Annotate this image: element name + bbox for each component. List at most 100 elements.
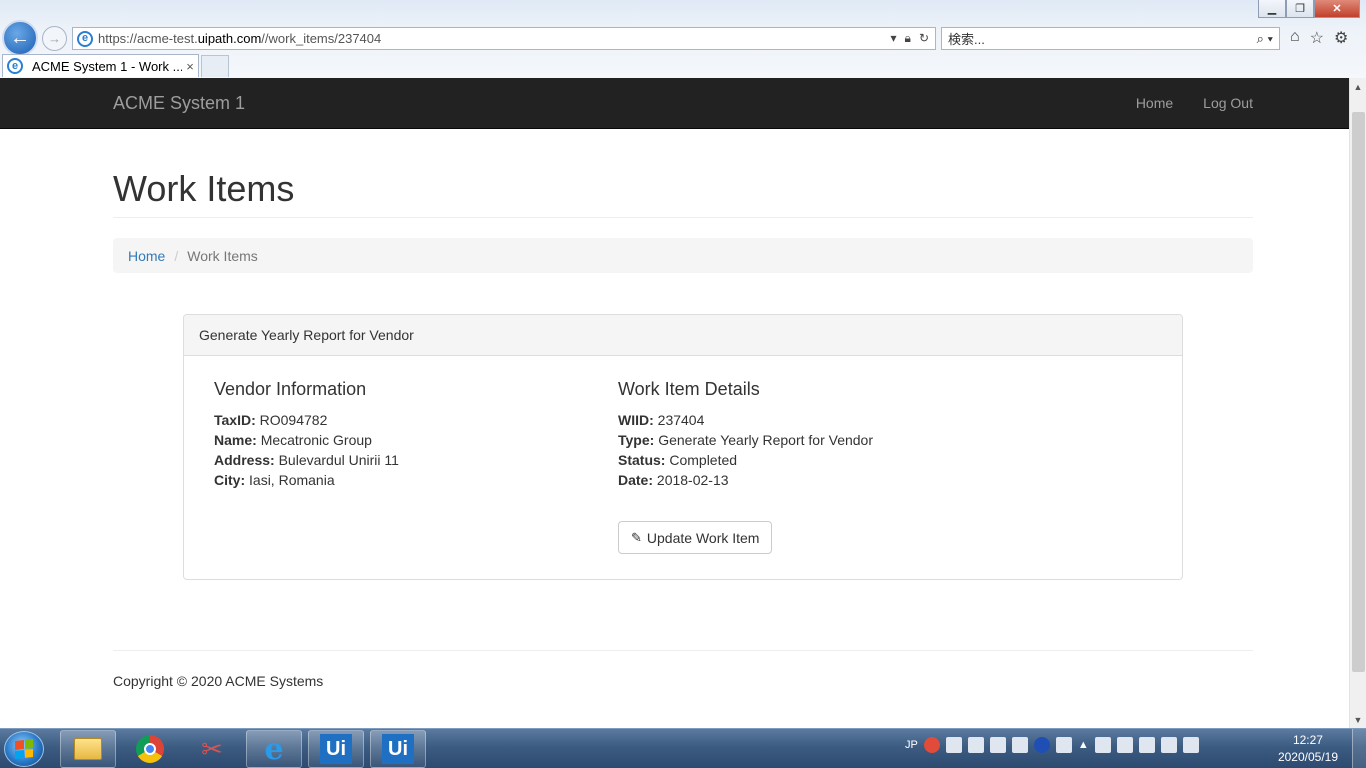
work-item-details-title: Work Item Details — [618, 379, 760, 399]
breadcrumb-current: Work Items — [187, 247, 258, 264]
minimize-button[interactable]: ▁ — [1258, 0, 1286, 18]
help-icon[interactable] — [1033, 737, 1050, 753]
browser-chrome: ▁ ❐ ✕ ← → e https://acme-test.uipath.com… — [0, 0, 1366, 78]
vendor-name-row: Name: Mecatronic Group — [214, 430, 399, 450]
tab-title: ACME System 1 - Work ... — [32, 58, 182, 74]
nav-link-home[interactable]: Home — [1136, 95, 1173, 111]
scroll-up-icon[interactable]: ▲ — [1350, 78, 1366, 95]
field-label: Status: — [618, 452, 666, 468]
taskbar-chrome[interactable] — [122, 730, 178, 768]
scrollbar-thumb[interactable] — [1352, 112, 1365, 672]
vendor-information-section: Vendor Information TaxID: RO094782 Name:… — [214, 379, 399, 490]
pencil-icon: ✎ — [631, 529, 642, 545]
status-row: Status: Completed — [618, 450, 873, 470]
ime-dictionary-icon[interactable] — [967, 737, 984, 753]
browser-search-box[interactable]: 検索... ⌕ ▾ — [941, 27, 1280, 50]
url-domain: uipath.com — [197, 31, 262, 46]
field-value: Generate Yearly Report for Vendor — [658, 432, 874, 448]
search-placeholder: 検索... — [948, 32, 985, 47]
taskbar-internet-explorer[interactable]: e — [246, 730, 302, 768]
breadcrumb: Home / Work Items — [113, 238, 1253, 273]
refresh-icon[interactable]: ↻ — [919, 31, 929, 46]
field-value: 2018-02-13 — [656, 472, 729, 488]
navbar-brand[interactable]: ACME System 1 — [113, 93, 245, 114]
taskbar-uipath-studio[interactable]: Ui — [308, 730, 364, 768]
field-label: Type: — [618, 432, 655, 448]
taskbar-snipping-tool[interactable]: ✂ — [184, 730, 240, 768]
address-bar[interactable]: e https://acme-test.uipath.com//work_ite… — [72, 27, 936, 50]
close-window-button[interactable]: ✕ — [1314, 0, 1360, 18]
field-value: RO094782 — [259, 412, 328, 428]
field-value: Bulevardul Unirii 11 — [278, 452, 399, 468]
update-work-item-label: Update Work Item — [646, 529, 760, 546]
back-arrow-icon: ← — [10, 26, 30, 49]
system-clock[interactable]: 12:27 2020/05/19 — [1278, 732, 1338, 766]
wiid-row: WIID: 237404 — [618, 410, 873, 430]
work-item-details-section: Work Item Details WIID: 237404 Type: Gen… — [618, 379, 873, 490]
field-label: Name: — [214, 432, 257, 448]
field-label: TaxID: — [214, 412, 256, 428]
url-path: //work_items/237404 — [261, 31, 382, 46]
forward-arrow-icon: → — [48, 31, 61, 46]
vertical-scrollbar[interactable]: ▲ ▼ — [1349, 78, 1366, 728]
internet-explorer-icon: e — [264, 731, 284, 767]
field-label: Address: — [214, 452, 275, 468]
tab-favicon-icon: e — [7, 58, 23, 74]
field-label: City: — [214, 472, 246, 488]
type-row: Type: Generate Yearly Report for Vendor — [618, 430, 873, 450]
show-hidden-icons-icon[interactable]: ▲ — [1078, 739, 1089, 751]
show-desktop-button[interactable] — [1352, 729, 1366, 768]
top-navbar: ACME System 1 Home Log Out — [0, 78, 1349, 129]
ie-favicon-icon: e — [77, 30, 93, 47]
footer-copyright: Copyright © 2020 ACME Systems — [113, 673, 324, 689]
clock-date: 2020/05/19 — [1277, 750, 1338, 764]
ime-mode-icon[interactable] — [945, 737, 962, 753]
update-work-item-button[interactable]: ✎ Update Work Item — [618, 521, 773, 554]
vendor-taxid-row: TaxID: RO094782 — [214, 410, 399, 430]
restore-button[interactable]: ❐ — [1286, 0, 1314, 18]
action-center-icon[interactable] — [1182, 737, 1199, 753]
breadcrumb-separator: / — [174, 247, 179, 264]
power-icon[interactable] — [1138, 737, 1155, 753]
taskbar-file-explorer[interactable] — [60, 730, 116, 768]
forward-button[interactable]: → — [42, 26, 67, 51]
caps-kana-icon[interactable] — [1055, 737, 1072, 753]
field-value: Mecatronic Group — [260, 432, 372, 448]
vendor-city-row: City: Iasi, Romania — [214, 470, 399, 490]
favorites-star-icon[interactable]: ☆ — [1310, 28, 1324, 48]
scroll-down-icon[interactable]: ▼ — [1350, 711, 1366, 728]
windows-taskbar: ✂ e Ui Ui JP ▲ 12:27 2020/05/19 — [0, 728, 1366, 768]
settings-gear-icon[interactable]: ⚙ — [1334, 28, 1348, 48]
start-button[interactable] — [4, 731, 44, 767]
home-icon[interactable]: ⌂ — [1290, 28, 1300, 48]
search-icon[interactable]: ⌕ ▾ — [1257, 31, 1273, 47]
clock-time: 12:27 — [1292, 733, 1323, 747]
taskbar-uipath-robot[interactable]: Ui — [370, 730, 426, 768]
input-language-indicator[interactable]: JP — [905, 739, 918, 751]
tab-close-icon[interactable]: × — [182, 59, 198, 74]
network-icon[interactable] — [1116, 737, 1133, 753]
windows-logo-icon — [15, 739, 33, 759]
system-tray: JP ▲ — [905, 737, 1199, 753]
field-label: Date: — [618, 472, 654, 488]
new-tab-button[interactable] — [201, 55, 229, 77]
url-text[interactable]: https://acme-test.uipath.com//work_items… — [98, 31, 891, 46]
page-title: Work Items — [113, 168, 295, 209]
browser-tab-active[interactable]: e ACME System 1 - Work ... × — [2, 54, 199, 77]
uipath-studio-icon: Ui — [320, 734, 352, 764]
field-label: WIID: — [618, 412, 654, 428]
work-item-panel: Generate Yearly Report for Vendor Vendor… — [183, 314, 1183, 580]
chrome-icon — [136, 735, 164, 763]
panel-heading: Generate Yearly Report for Vendor — [184, 315, 1182, 356]
volume-muted-icon[interactable] — [1160, 737, 1177, 753]
url-prefix: https://acme-test. — [98, 31, 198, 46]
bluetooth-icon[interactable] — [1094, 737, 1111, 753]
ime-icon[interactable] — [923, 737, 940, 753]
ime-tools-icon[interactable] — [989, 737, 1006, 753]
breadcrumb-home-link[interactable]: Home — [128, 248, 165, 264]
back-button[interactable]: ← — [2, 20, 38, 56]
lock-icon[interactable]: 🔒︎ — [905, 31, 911, 46]
ime-pad-icon[interactable] — [1011, 737, 1028, 753]
nav-link-logout[interactable]: Log Out — [1203, 95, 1253, 111]
dropdown-arrow-icon[interactable]: ▾ — [891, 31, 897, 46]
